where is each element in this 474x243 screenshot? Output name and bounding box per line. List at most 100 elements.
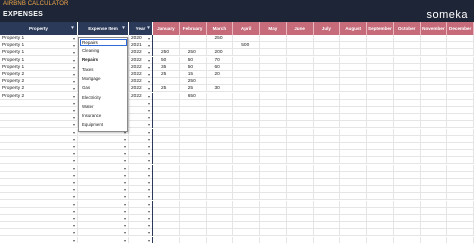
amount-cell[interactable] xyxy=(340,193,368,201)
amount-cell[interactable] xyxy=(153,42,180,50)
year-cell[interactable]: ▾ xyxy=(129,128,153,136)
cell-dropdown-icon[interactable]: ▾ xyxy=(73,136,75,143)
amount-cell[interactable]: 15 xyxy=(180,71,207,78)
amount-cell[interactable] xyxy=(421,114,448,122)
amount-cell[interactable] xyxy=(233,215,261,222)
amount-cell[interactable] xyxy=(207,171,234,179)
amount-cell[interactable] xyxy=(421,71,448,78)
amount-cell[interactable] xyxy=(394,171,421,179)
amount-cell[interactable] xyxy=(447,157,474,165)
amount-cell[interactable] xyxy=(394,207,421,215)
cell-dropdown-icon[interactable]: ▾ xyxy=(124,143,126,150)
amount-cell[interactable] xyxy=(447,215,474,222)
amount-cell[interactable] xyxy=(287,222,314,230)
amount-cell[interactable]: 30 xyxy=(207,85,234,93)
amount-cell[interactable] xyxy=(447,143,474,150)
amount-cell[interactable] xyxy=(260,200,287,208)
amount-cell[interactable] xyxy=(287,42,314,50)
expense-item-cell[interactable]: ▾ xyxy=(78,236,129,243)
property-cell[interactable]: ▾ xyxy=(0,215,78,222)
cell-dropdown-icon[interactable]: ▾ xyxy=(148,35,150,42)
property-cell[interactable]: ▾ xyxy=(0,200,78,208)
amount-cell[interactable] xyxy=(314,135,341,143)
amount-cell[interactable] xyxy=(447,200,474,208)
expense-item-cell[interactable]: ▾ xyxy=(78,150,129,158)
amount-cell[interactable] xyxy=(260,107,287,114)
amount-cell[interactable] xyxy=(447,207,474,215)
amount-cell[interactable] xyxy=(394,63,421,71)
expense-item-cell[interactable]: ▾ xyxy=(78,143,129,150)
amount-cell[interactable] xyxy=(447,49,474,57)
column-header-property[interactable]: Property ▾ xyxy=(0,22,78,35)
amount-cell[interactable] xyxy=(260,186,287,194)
amount-cell[interactable] xyxy=(260,71,287,78)
amount-cell[interactable] xyxy=(153,157,180,165)
amount-cell[interactable] xyxy=(207,229,234,237)
property-cell[interactable]: Property 1 ▾ xyxy=(0,49,78,57)
amount-cell[interactable]: 25 xyxy=(153,71,180,78)
amount-cell[interactable] xyxy=(287,85,314,93)
cell-dropdown-icon[interactable]: ▾ xyxy=(73,49,75,56)
cell-dropdown-icon[interactable]: ▾ xyxy=(148,107,150,114)
amount-cell[interactable] xyxy=(260,150,287,158)
dropdown-option[interactable]: Gas xyxy=(82,84,126,92)
amount-cell[interactable] xyxy=(447,164,474,172)
amount-cell[interactable] xyxy=(287,121,314,129)
amount-cell[interactable] xyxy=(260,193,287,201)
amount-cell[interactable] xyxy=(421,222,448,230)
amount-cell[interactable] xyxy=(447,236,474,243)
filter-dropdown-icon[interactable]: ▾ xyxy=(146,25,151,32)
amount-cell[interactable] xyxy=(260,128,287,136)
amount-cell[interactable] xyxy=(421,56,448,64)
dropdown-option[interactable]: Taxes xyxy=(82,66,126,74)
cell-dropdown-icon[interactable]: ▾ xyxy=(124,150,126,157)
amount-cell[interactable] xyxy=(233,150,261,158)
amount-cell[interactable] xyxy=(260,171,287,179)
amount-cell[interactable] xyxy=(421,164,448,172)
amount-cell[interactable] xyxy=(340,107,368,114)
amount-cell[interactable]: 250 xyxy=(207,35,234,42)
cell-dropdown-icon[interactable]: ▾ xyxy=(73,157,75,164)
amount-cell[interactable] xyxy=(153,135,180,143)
amount-cell[interactable] xyxy=(394,179,421,186)
cell-dropdown-icon[interactable]: ▾ xyxy=(148,85,150,92)
amount-cell[interactable] xyxy=(233,121,261,129)
cell-dropdown-icon[interactable]: ▾ xyxy=(73,143,75,150)
amount-cell[interactable] xyxy=(207,179,234,186)
amount-cell[interactable] xyxy=(314,92,341,100)
amount-cell[interactable] xyxy=(233,157,261,165)
year-cell[interactable]: ▾ xyxy=(129,164,153,172)
amount-cell[interactable] xyxy=(153,164,180,172)
amount-cell[interactable] xyxy=(153,222,180,230)
amount-cell[interactable] xyxy=(340,171,368,179)
amount-cell[interactable] xyxy=(233,35,261,42)
amount-cell[interactable] xyxy=(367,78,394,86)
cell-dropdown-icon[interactable]: ▾ xyxy=(148,49,150,56)
amount-cell[interactable] xyxy=(421,78,448,86)
amount-cell[interactable] xyxy=(233,143,261,150)
amount-cell[interactable] xyxy=(180,229,207,237)
amount-cell[interactable] xyxy=(447,56,474,64)
amount-cell[interactable] xyxy=(367,63,394,71)
cell-dropdown-icon[interactable]: ▾ xyxy=(73,100,75,107)
amount-cell[interactable] xyxy=(367,207,394,215)
amount-cell[interactable] xyxy=(394,135,421,143)
amount-cell[interactable] xyxy=(287,71,314,78)
property-cell[interactable]: ▾ xyxy=(0,128,78,136)
amount-cell[interactable] xyxy=(207,222,234,230)
amount-cell[interactable] xyxy=(447,107,474,114)
expense-item-cell[interactable]: ▾ xyxy=(78,164,129,172)
cell-dropdown-icon[interactable]: ▾ xyxy=(124,186,126,193)
cell-dropdown-icon[interactable]: ▾ xyxy=(148,136,150,143)
cell-dropdown-icon[interactable]: ▾ xyxy=(148,57,150,64)
cell-dropdown-icon[interactable]: ▾ xyxy=(148,229,150,236)
year-cell[interactable]: ▾ xyxy=(129,222,153,230)
cell-dropdown-icon[interactable]: ▾ xyxy=(73,186,75,193)
amount-cell[interactable] xyxy=(340,56,368,64)
amount-cell[interactable] xyxy=(287,35,314,42)
year-cell[interactable]: ▾ xyxy=(129,229,153,237)
dropdown-option[interactable]: Equipment xyxy=(82,121,126,129)
amount-cell[interactable] xyxy=(447,150,474,158)
year-cell[interactable]: 2022 ▾ xyxy=(129,85,153,93)
amount-cell[interactable] xyxy=(394,143,421,150)
